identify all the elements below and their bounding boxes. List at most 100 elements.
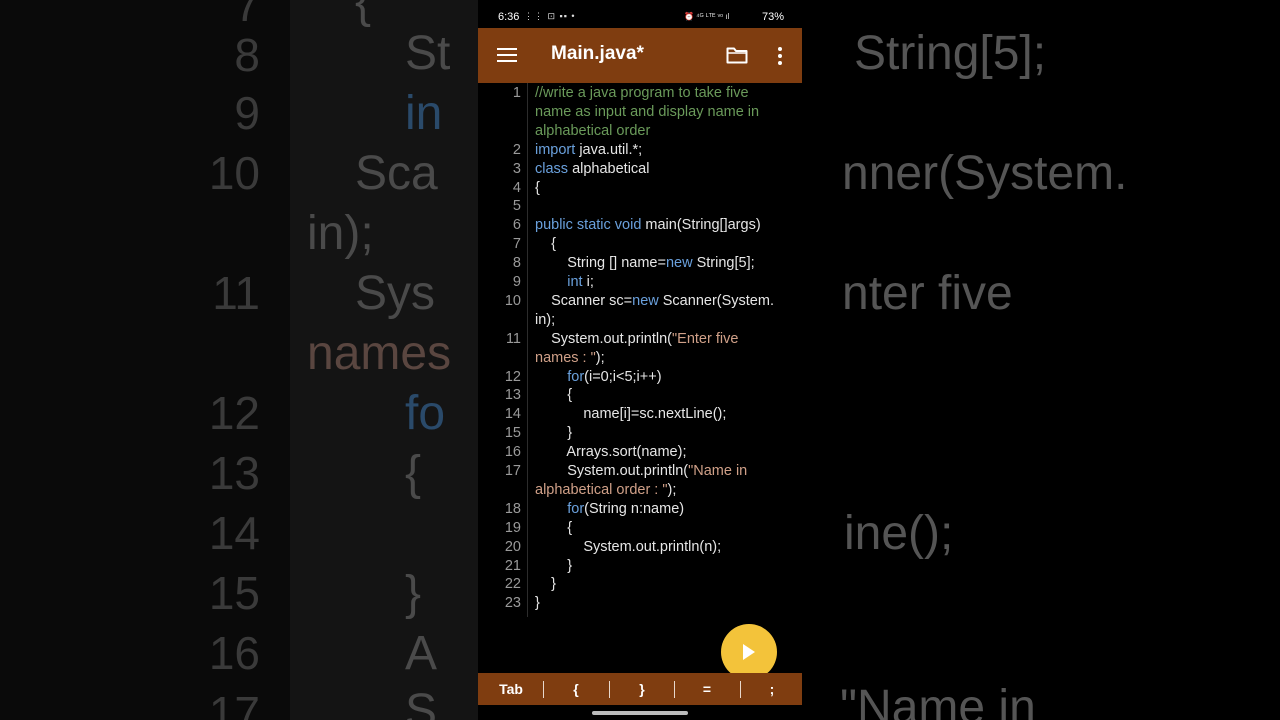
code-token: System.out.println(: [535, 463, 689, 479]
code-text: {: [535, 179, 540, 198]
code-token: "Name in: [688, 463, 748, 479]
line-number: 6: [512, 217, 521, 234]
bg-code: {: [355, 0, 372, 28]
file-title: Main.java*: [551, 43, 644, 64]
code-token: (String n:name): [584, 500, 685, 517]
line-number: 12: [504, 368, 521, 385]
key-open-brace[interactable]: {: [546, 673, 606, 705]
bg-line-number: 9: [234, 87, 260, 139]
code-token: in);: [535, 311, 556, 328]
code-token: class: [535, 160, 569, 177]
bg-code: ine();: [844, 507, 954, 560]
bg-code: A: [405, 627, 438, 680]
bg-code: }: [405, 567, 422, 620]
bg-line-number: 16: [208, 627, 260, 679]
code-text: System.out.println("Name in: [535, 462, 747, 481]
line-number: 19: [504, 519, 521, 536]
bg-code: names: [307, 327, 452, 380]
code-token: for: [567, 500, 585, 517]
bg-line-number: 13: [208, 447, 260, 499]
bg-code: fo: [405, 387, 446, 440]
code-text: }: [535, 575, 556, 594]
background-blur-left: 7 8 9 10 11 12 13 14 15 16 17 { St in Sc…: [0, 0, 478, 720]
code-token: "Enter five: [672, 330, 739, 347]
code-editor[interactable]: 1 //write a java program to take five name…: [478, 83, 802, 673]
key-equals[interactable]: =: [677, 673, 737, 705]
code-text: import java.util.*;: [535, 141, 642, 160]
signal-icons: ⏰ ⁴ᴳ ᴸᵀᴱ ᵛᵒ ıl: [684, 12, 730, 21]
code-token: alphabetical order: [535, 122, 651, 139]
bg-code: in: [405, 87, 443, 140]
home-indicator[interactable]: [592, 711, 688, 715]
code-text: name[i]=sc.nextLine();: [535, 405, 726, 424]
code-text: Arrays.sort(name);: [535, 443, 686, 462]
line-number: 22: [504, 576, 521, 593]
code-token: import: [535, 141, 576, 158]
code-text: //write a java program to take five: [535, 84, 749, 103]
folder-icon[interactable]: [726, 46, 748, 64]
more-vertical-icon[interactable]: [775, 46, 785, 66]
bg-code: in);: [307, 207, 374, 260]
code-token: {: [535, 179, 540, 196]
code-token: int: [567, 274, 583, 290]
bg-code: St: [405, 27, 451, 80]
code-token: //write a java program to take five: [535, 85, 749, 101]
hamburger-menu-icon[interactable]: [497, 47, 517, 63]
code-token: (i=0;i<5;i++): [584, 368, 662, 385]
code-token: new: [665, 255, 693, 272]
bg-code: "Name in: [840, 681, 1036, 720]
code-token: main(String[]args): [641, 217, 761, 234]
run-button[interactable]: [721, 624, 777, 680]
line-number: 2: [512, 141, 521, 158]
code-token: alphabetical: [568, 160, 650, 177]
code-text: alphabetical order: [535, 122, 650, 141]
line-number: 15: [504, 425, 521, 442]
bg-code: {: [405, 447, 422, 500]
code-token: java.util.*;: [575, 141, 643, 158]
line-number: 1: [512, 85, 521, 101]
line-number: 14: [504, 406, 521, 423]
key-close-brace[interactable]: }: [612, 673, 672, 705]
line-number: 8: [512, 255, 521, 272]
line-number: 18: [504, 500, 521, 517]
code-text: {: [535, 386, 572, 405]
battery-level: 73%: [761, 11, 784, 23]
bg-line-number: 14: [208, 507, 260, 559]
bg-code: String[5];: [854, 27, 1047, 80]
code-text: {: [535, 235, 556, 254]
bg-code: Sys: [355, 267, 436, 320]
code-text: }: [535, 557, 572, 576]
code-token: System.out.println(n);: [535, 538, 722, 555]
code-text: }: [535, 594, 540, 613]
app-toolbar: Main.java*: [478, 28, 802, 83]
code-text: alphabetical order : ");: [535, 481, 676, 500]
code-token: );: [667, 481, 677, 498]
code-token: }: [535, 425, 573, 442]
key-semicolon[interactable]: ;: [743, 673, 801, 705]
play-icon: [743, 644, 755, 660]
code-token: {: [535, 519, 573, 536]
line-number: 11: [505, 330, 521, 347]
notification-icons: ⋮⋮ ⊡ ▪▪ •: [524, 11, 576, 21]
phone-screen: 6:36 ⋮⋮ ⊡ ▪▪ • ⏰ ⁴ᴳ ᴸᵀᴱ ᵛᵒ ıl 73% Main.j…: [478, 0, 802, 720]
code-token: alphabetical order : ": [535, 481, 668, 498]
line-number: 10: [504, 292, 521, 309]
key-tab[interactable]: Tab: [482, 673, 540, 705]
bg-line-number: 7: [234, 0, 260, 31]
code-token: Scanner sc=: [535, 292, 633, 309]
code-token: new: [632, 292, 659, 309]
code-token: names : ": [535, 349, 596, 366]
bg-code: nter five: [842, 267, 1013, 320]
code-token: String [] name=: [535, 255, 666, 272]
code-text: for(String n:name): [535, 500, 684, 519]
status-time: 6:36: [498, 11, 520, 23]
code-token: for: [567, 368, 585, 385]
code-token: }: [535, 576, 556, 593]
code-text: names : ");: [535, 349, 605, 368]
code-token: }: [535, 557, 573, 574]
bg-line-number: 10: [208, 147, 260, 199]
line-number: 5: [512, 198, 521, 215]
